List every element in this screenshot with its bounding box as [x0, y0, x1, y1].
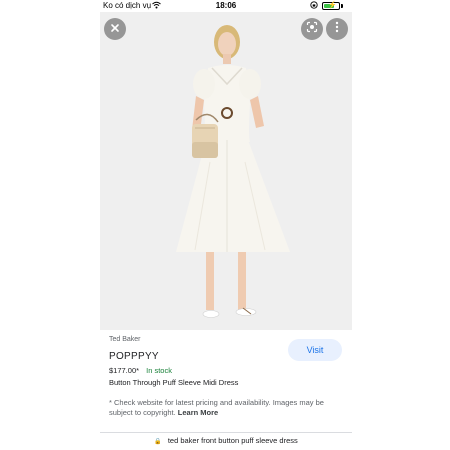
more-vert-icon — [332, 20, 342, 38]
rotation-lock-icon — [310, 1, 318, 11]
lens-icon — [306, 20, 318, 38]
status-bar: Ko có dịch vụ 18:06 ⚡ — [100, 0, 352, 12]
product-brand: Ted Baker — [109, 336, 141, 343]
product-description: Button Through Puff Sleeve Midi Dress — [109, 378, 239, 387]
divider — [100, 432, 352, 433]
stock-status: In stock — [146, 366, 172, 375]
product-card: Ted Baker POPPPYY $177.00* In stock Butt… — [100, 330, 352, 428]
product-photo — [100, 12, 352, 330]
lock-icon: 🔒 — [154, 439, 162, 445]
battery-tip — [341, 4, 343, 8]
learn-more-link[interactable]: Learn More — [178, 408, 218, 417]
disclaimer: * Check website for latest pricing and a… — [109, 398, 345, 418]
more-options-button[interactable] — [326, 18, 348, 40]
close-button[interactable] — [104, 18, 126, 40]
charging-battery-icon: ⚡ — [322, 2, 340, 10]
phone-screen: Ko có dịch vụ 18:06 ⚡ Ted Baker POPPPYY … — [100, 0, 352, 450]
product-title[interactable]: POPPPYY — [109, 351, 159, 362]
address-bar[interactable]: 🔒 ted baker front button puff sleeve dre… — [100, 434, 352, 448]
product-image[interactable] — [100, 12, 352, 330]
visit-button[interactable]: Visit — [288, 339, 342, 361]
lens-search-button[interactable] — [301, 18, 323, 40]
close-icon — [110, 20, 120, 38]
product-price: $177.00* — [109, 366, 140, 375]
price-row: $177.00* In stock — [109, 366, 172, 375]
address-text: ted baker front button puff sleeve dress — [167, 436, 298, 445]
